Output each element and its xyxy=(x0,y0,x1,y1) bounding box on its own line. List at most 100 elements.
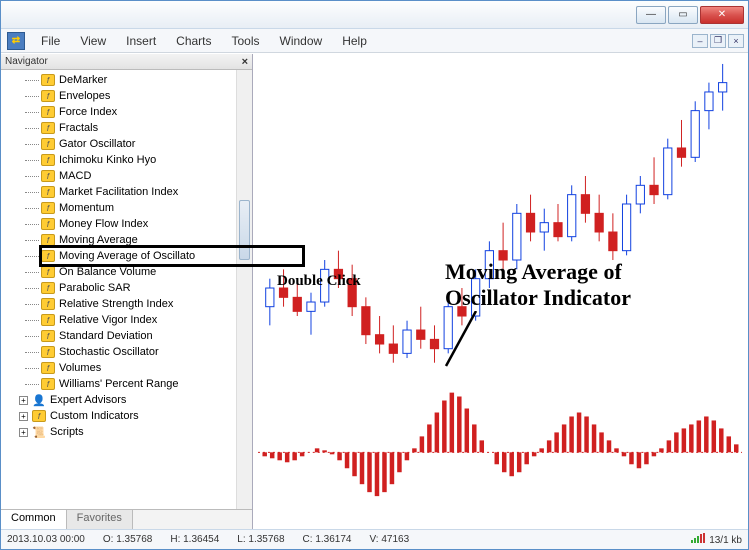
indicator-label: Market Facilitation Index xyxy=(59,186,178,198)
indicator-icon: f xyxy=(41,378,55,390)
menu-tools[interactable]: Tools xyxy=(222,31,270,51)
category-item[interactable]: +👤Expert Advisors xyxy=(1,392,252,408)
menu-insert[interactable]: Insert xyxy=(116,31,166,51)
indicator-item[interactable]: fGator Oscillator xyxy=(1,136,252,152)
category-icon: f xyxy=(32,410,46,422)
navigator-title: Navigator × xyxy=(1,54,252,70)
indicator-icon: f xyxy=(41,122,55,134)
indicator-icon: f xyxy=(41,106,55,118)
expand-icon[interactable]: + xyxy=(19,412,28,421)
indicator-item[interactable]: f Market Facilitation Index xyxy=(1,184,252,200)
mdi-close-button[interactable]: × xyxy=(728,34,744,48)
indicator-item[interactable]: f Money Flow Index xyxy=(1,216,252,232)
indicator-icon: f xyxy=(41,314,55,326)
indicator-item[interactable]: f Parabolic SAR xyxy=(1,280,252,296)
indicator-item[interactable]: fRelative Strength Index xyxy=(1,296,252,312)
indicator-item[interactable]: f Moving Average xyxy=(1,232,252,248)
menubar: ⇄ FileViewInsertChartsToolsWindowHelp – … xyxy=(1,29,748,53)
indicator-icon: f xyxy=(41,330,55,342)
menu-view[interactable]: View xyxy=(70,31,116,51)
indicator-icon: f xyxy=(41,282,55,294)
indicator-label: Money Flow Index xyxy=(59,218,148,230)
menu-help[interactable]: Help xyxy=(332,31,377,51)
annotation-double-click: Double Click xyxy=(277,273,361,290)
category-item[interactable]: + f Custom Indicators xyxy=(1,408,252,424)
indicator-label: Envelopes xyxy=(59,90,110,102)
indicator-label: On Balance Volume xyxy=(59,266,156,278)
indicator-icon: f xyxy=(41,218,55,230)
menu-file[interactable]: File xyxy=(31,31,70,51)
indicator-item[interactable]: fVolumes xyxy=(1,360,252,376)
indicator-label: Volumes xyxy=(59,362,101,374)
expand-icon[interactable]: + xyxy=(19,428,28,437)
indicator-item[interactable]: f MACD xyxy=(1,168,252,184)
indicator-label: Parabolic SAR xyxy=(59,282,131,294)
indicator-icon: f xyxy=(41,186,55,198)
indicator-icon: f xyxy=(41,266,55,278)
mdi-restore-button[interactable]: ❐ xyxy=(710,34,726,48)
indicator-label: Stochastic Oscillator xyxy=(59,346,159,358)
indicator-item[interactable]: fDeMarker xyxy=(1,72,252,88)
indicator-icon: f xyxy=(41,234,55,246)
indicator-item[interactable]: f Momentum xyxy=(1,200,252,216)
tab-common[interactable]: Common xyxy=(1,510,67,529)
indicator-icon: f xyxy=(41,298,55,310)
indicator-icon: f xyxy=(41,250,55,262)
indicator-icon: f xyxy=(41,202,55,214)
expand-icon[interactable]: + xyxy=(19,396,28,405)
menu-charts[interactable]: Charts xyxy=(166,31,221,51)
indicator-label: Moving Average xyxy=(59,234,138,246)
indicator-icon: f xyxy=(41,90,55,102)
indicator-icon: f xyxy=(41,154,55,166)
maximize-button[interactable]: ▭ xyxy=(668,6,698,24)
navigator-close-icon[interactable]: × xyxy=(242,56,248,68)
navigator-panel: Navigator × fDeMarkerfEnvelopesfForce In… xyxy=(1,54,253,529)
status-high: H: 1.36454 xyxy=(170,534,219,545)
minimize-button[interactable]: — xyxy=(636,6,666,24)
scrollbar[interactable] xyxy=(236,70,252,509)
status-low: L: 1.35768 xyxy=(237,534,284,545)
indicator-label: Momentum xyxy=(59,202,114,214)
mdi-minimize-button[interactable]: – xyxy=(692,34,708,48)
navigator-title-text: Navigator xyxy=(5,56,48,67)
indicator-item[interactable]: f Stochastic Oscillator xyxy=(1,344,252,360)
indicator-item[interactable]: f On Balance Volume xyxy=(1,264,252,280)
indicator-icon: f xyxy=(41,170,55,182)
indicator-label: Standard Deviation xyxy=(59,330,153,342)
menu-window[interactable]: Window xyxy=(270,31,333,51)
indicator-icon: f xyxy=(41,346,55,358)
close-button[interactable]: ✕ xyxy=(700,6,744,24)
category-label: Custom Indicators xyxy=(50,410,139,422)
scrollbar-thumb[interactable] xyxy=(239,200,250,260)
indicator-icon: f xyxy=(41,74,55,86)
indicator-label: Moving Average of Oscillato xyxy=(59,250,195,262)
category-label: Scripts xyxy=(50,426,84,438)
status-open: O: 1.35768 xyxy=(103,534,152,545)
navigator-tabs: Common Favorites xyxy=(1,509,252,529)
indicator-icon: f xyxy=(41,138,55,150)
indicator-item[interactable]: fForce Index xyxy=(1,104,252,120)
indicator-item[interactable]: f Moving Average of Oscillato xyxy=(1,248,252,264)
indicator-item[interactable]: f Standard Deviation xyxy=(1,328,252,344)
indicator-label: Williams' Percent Range xyxy=(59,378,178,390)
indicator-item[interactable]: fRelative Vigor Index xyxy=(1,312,252,328)
navigator-tree[interactable]: fDeMarkerfEnvelopesfForce IndexfFractals… xyxy=(1,70,252,509)
status-date: 2013.10.03 00:00 xyxy=(7,534,85,545)
category-item[interactable]: + 📜 Scripts xyxy=(1,424,252,440)
indicator-label: Fractals xyxy=(59,122,98,134)
category-icon: 👤 xyxy=(32,394,46,406)
tab-favorites[interactable]: Favorites xyxy=(67,510,133,529)
indicator-item[interactable]: f Envelopes xyxy=(1,88,252,104)
indicator-item[interactable]: f Williams' Percent Range xyxy=(1,376,252,392)
app-window: — ▭ ✕ ⇄ FileViewInsertChartsToolsWindowH… xyxy=(0,0,749,550)
indicator-label: MACD xyxy=(59,170,91,182)
statusbar: 2013.10.03 00:00 O: 1.35768 H: 1.36454 L… xyxy=(1,529,748,549)
indicator-label: Ichimoku Kinko Hyo xyxy=(59,154,156,166)
app-icon: ⇄ xyxy=(7,32,25,50)
category-icon: 📜 xyxy=(32,426,46,438)
indicator-item[interactable]: f Ichimoku Kinko Hyo xyxy=(1,152,252,168)
titlebar[interactable]: — ▭ ✕ xyxy=(1,1,748,29)
annotation-indicator-title: Moving Average of Oscillator Indicator xyxy=(445,259,631,312)
indicator-item[interactable]: f Fractals xyxy=(1,120,252,136)
status-volume: V: 47163 xyxy=(369,534,409,545)
